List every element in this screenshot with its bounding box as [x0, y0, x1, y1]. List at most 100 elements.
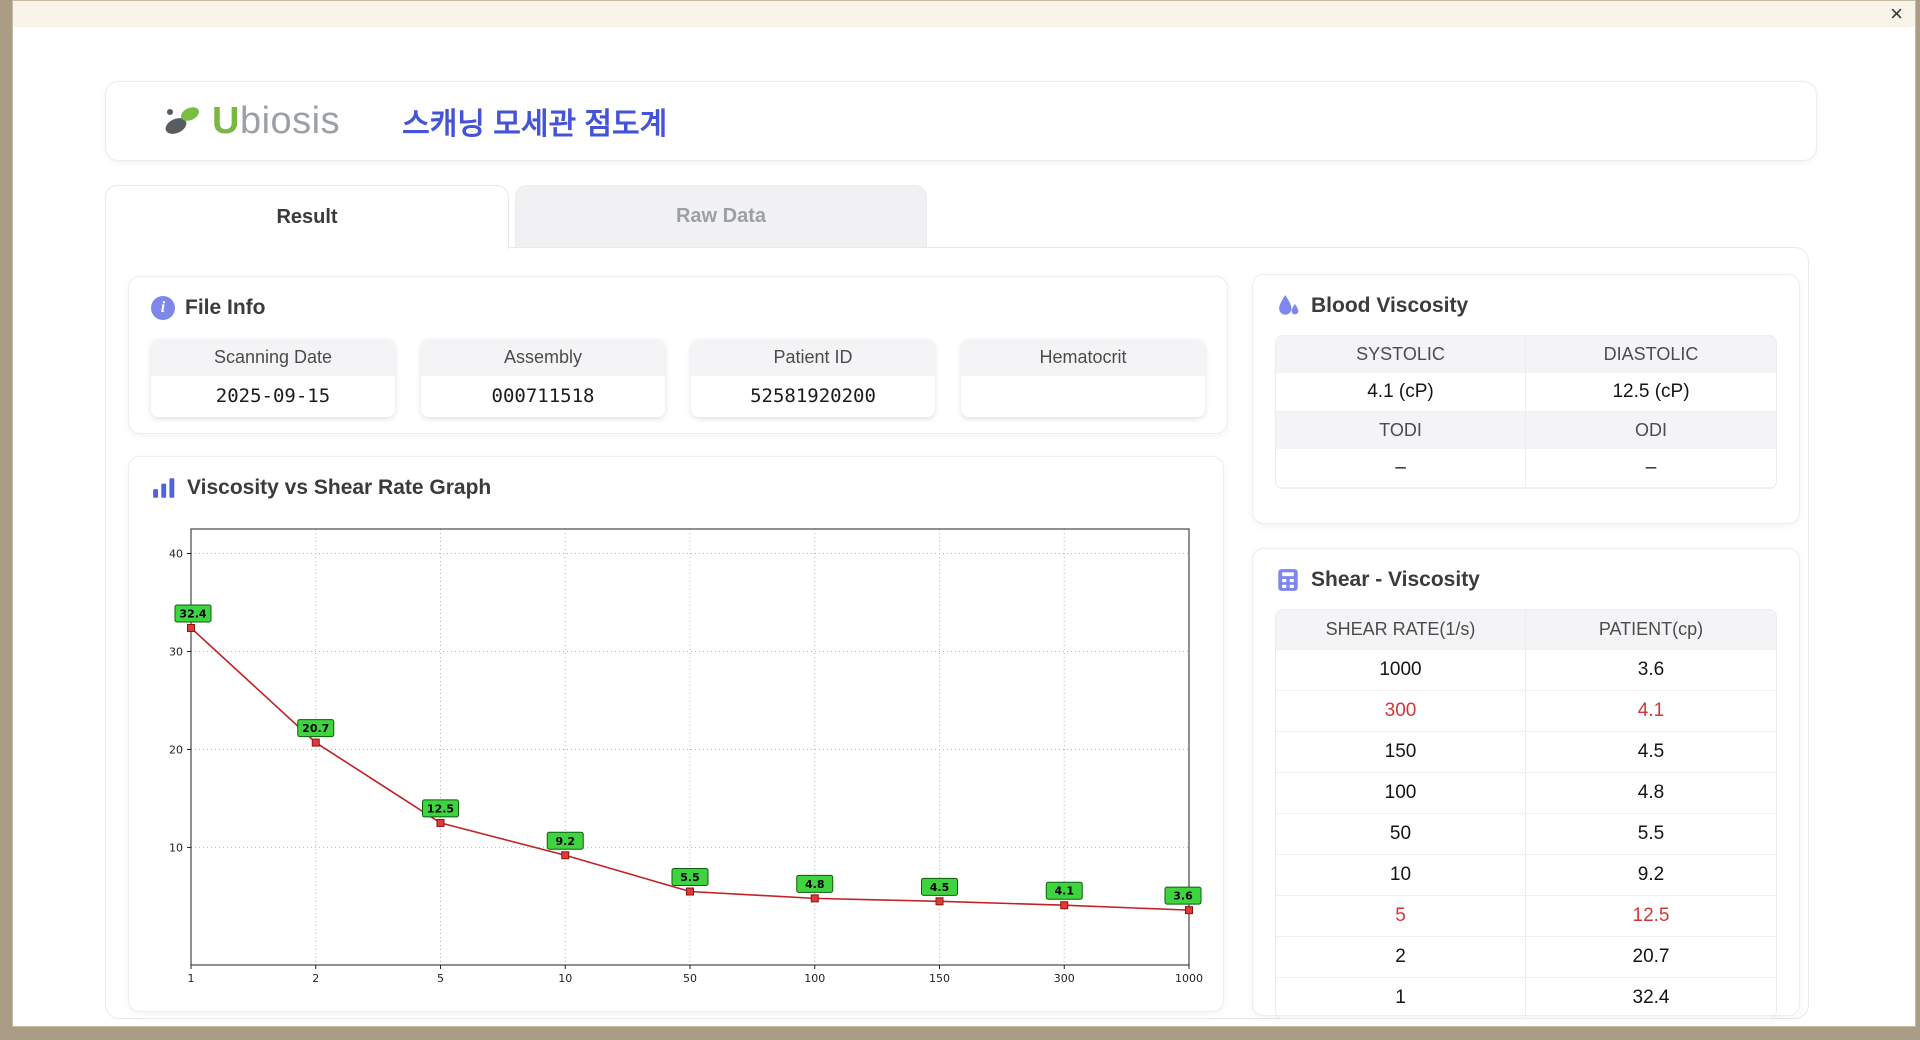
shear-table-row: 100 4.8 [1276, 772, 1776, 813]
viscosity-shear-chart: 1 2 5 10 50 100 150 300 1000 10 20 30 40 32.4 20.7 12.5… [169, 528, 1203, 985]
blood-metric-value: 4.1 (cP) [1276, 373, 1526, 412]
blood-metric-header-row: TODI ODI [1276, 412, 1776, 449]
file-info-field: Patient ID 52581920200 [691, 339, 935, 417]
shear-rate-cell: 300 [1276, 691, 1526, 731]
blood-metric-header-row: SYSTOLIC DIASTOLIC [1276, 336, 1776, 373]
file-info-card: File Info Scanning Date2025-09-15 Assembl… [128, 276, 1228, 434]
svg-text:50: 50 [683, 972, 697, 985]
svg-text:1: 1 [188, 972, 195, 985]
svg-text:150: 150 [929, 972, 950, 985]
field-value: 2025-09-15 [151, 376, 395, 417]
svg-text:10: 10 [169, 841, 183, 854]
svg-text:40: 40 [169, 547, 183, 560]
field-label: Hematocrit [961, 339, 1205, 376]
shear-table-header-row: SHEAR RATE(1/s) PATIENT(cp) [1276, 610, 1776, 649]
svg-text:3.6: 3.6 [1173, 890, 1193, 903]
svg-text:300: 300 [1054, 972, 1075, 985]
ubiosis-logo-icon [165, 107, 199, 134]
shear-table-row: 5 12.5 [1276, 895, 1776, 936]
tab-result[interactable]: Result [105, 185, 509, 249]
blood-metric-value: – [1526, 449, 1776, 488]
file-info-title-row: File Info [151, 293, 1205, 323]
patient-viscosity-cell: 4.1 [1637, 700, 1665, 721]
brand-name: Ubiosis [212, 100, 340, 143]
info-icon [151, 296, 175, 320]
blood-viscosity-table: SYSTOLIC DIASTOLIC 4.1 (cP) 12.5 (cP) TODI OD… [1275, 335, 1777, 489]
svg-text:9.2: 9.2 [556, 835, 576, 848]
graph-title: Viscosity vs Shear Rate Graph [187, 476, 492, 499]
blood-metric-value: 12.5 (cP) [1526, 373, 1776, 412]
graph-card: Viscosity vs Shear Rate Graph 1 2 5 10 50 100… [128, 456, 1224, 1012]
patient-viscosity-cell: 9.2 [1637, 864, 1665, 885]
field-label: Patient ID [691, 339, 935, 376]
shear-viscosity-card: Shear - Viscosity SHEAR RATE(1/s) PATIENT… [1252, 548, 1800, 1019]
field-value: 52581920200 [691, 376, 935, 417]
shear-table-row: 50 5.5 [1276, 813, 1776, 854]
brand-name-prefix: U [212, 99, 240, 142]
app-window: × Ubiosis 스캐닝 모세관 점도계 Result Raw Data Fi… [12, 0, 1916, 1027]
blood-metric-value-row: 4.1 (cP) 12.5 (cP) [1276, 373, 1776, 412]
file-info-title: File Info [185, 296, 266, 319]
patient-viscosity-cell: 3.6 [1637, 659, 1665, 680]
svg-text:4.5: 4.5 [930, 881, 950, 894]
svg-text:5.5: 5.5 [680, 871, 700, 884]
svg-text:20.7: 20.7 [302, 722, 329, 735]
shear-table-row: 2 20.7 [1276, 936, 1776, 977]
shear-column-header: SHEAR RATE(1/s) [1276, 610, 1526, 649]
shear-column-header: PATIENT(cp) [1526, 610, 1776, 649]
calculator-icon [1278, 569, 1298, 591]
svg-text:4.1: 4.1 [1055, 885, 1075, 898]
blood-metric-label: TODI [1276, 412, 1526, 449]
shear-table-row: 1 32.4 [1276, 977, 1776, 1018]
shear-rate-cell: 1 [1276, 978, 1526, 1018]
shear-table-row: 300 4.1 [1276, 690, 1776, 731]
shear-table-row: 150 4.5 [1276, 731, 1776, 772]
field-label: Scanning Date [151, 339, 395, 376]
file-info-fields: Scanning Date 2025-09-15 Assembly 000711518… [151, 339, 1205, 417]
blood-viscosity-title-row: Blood Viscosity [1275, 291, 1777, 321]
patient-viscosity-cell: 4.8 [1637, 782, 1665, 803]
droplet-icon [1279, 295, 1299, 315]
shear-rate-cell: 10 [1276, 855, 1526, 895]
blood-metric-label: DIASTOLIC [1526, 336, 1776, 373]
svg-text:5: 5 [437, 972, 444, 985]
bar-chart-icon [153, 478, 175, 498]
app-header: Ubiosis 스캐닝 모세관 점도계 [105, 81, 1817, 161]
shear-rate-cell: 1000 [1276, 650, 1526, 690]
patient-viscosity-cell: 20.7 [1632, 946, 1670, 967]
shear-viscosity-title-row: Shear - Viscosity [1275, 565, 1777, 595]
patient-viscosity-cell: 32.4 [1632, 987, 1670, 1008]
shear-rate-cell: 50 [1276, 814, 1526, 854]
brand-logo: Ubiosis [160, 100, 340, 143]
svg-text:32.4: 32.4 [179, 607, 206, 620]
blood-metric-label: ODI [1526, 412, 1776, 449]
field-label: Assembly [421, 339, 665, 376]
blood-metric-value-row: – – [1276, 449, 1776, 488]
file-info-field: Scanning Date 2025-09-15 [151, 339, 395, 417]
shear-rate-cell: 100 [1276, 773, 1526, 813]
svg-text:1000: 1000 [1175, 972, 1203, 985]
svg-text:10: 10 [558, 972, 572, 985]
shear-viscosity-title: Shear - Viscosity [1311, 568, 1480, 591]
shear-table-row: 1000 3.6 [1276, 649, 1776, 690]
blood-metric-value: – [1276, 449, 1526, 488]
file-info-field: Assembly 000711518 [421, 339, 665, 417]
field-value [961, 376, 1205, 417]
tab-raw-data[interactable]: Raw Data [515, 185, 927, 247]
window-titlebar: × [13, 1, 1915, 27]
close-icon[interactable]: × [1890, 1, 1903, 27]
svg-text:100: 100 [804, 972, 825, 985]
svg-text:12.5: 12.5 [427, 802, 454, 815]
svg-text:20: 20 [169, 743, 183, 756]
shear-table-row: 10 9.2 [1276, 854, 1776, 895]
content-panel: File Info Scanning Date2025-09-15 Assembl… [105, 247, 1809, 1019]
patient-viscosity-cell: 12.5 [1632, 905, 1670, 926]
file-info-field: Hematocrit [961, 339, 1205, 417]
graph-title-row: Viscosity vs Shear Rate Graph [151, 473, 1201, 503]
shear-rate-cell: 2 [1276, 937, 1526, 977]
field-value: 000711518 [421, 376, 665, 417]
blood-metric-label: SYSTOLIC [1276, 336, 1526, 373]
blood-viscosity-card: Blood Viscosity SYSTOLIC DIASTOLIC 4.1 (cP… [1252, 274, 1800, 524]
app-title: 스캐닝 모세관 점도계 [402, 108, 668, 141]
patient-viscosity-cell: 5.5 [1637, 823, 1665, 844]
